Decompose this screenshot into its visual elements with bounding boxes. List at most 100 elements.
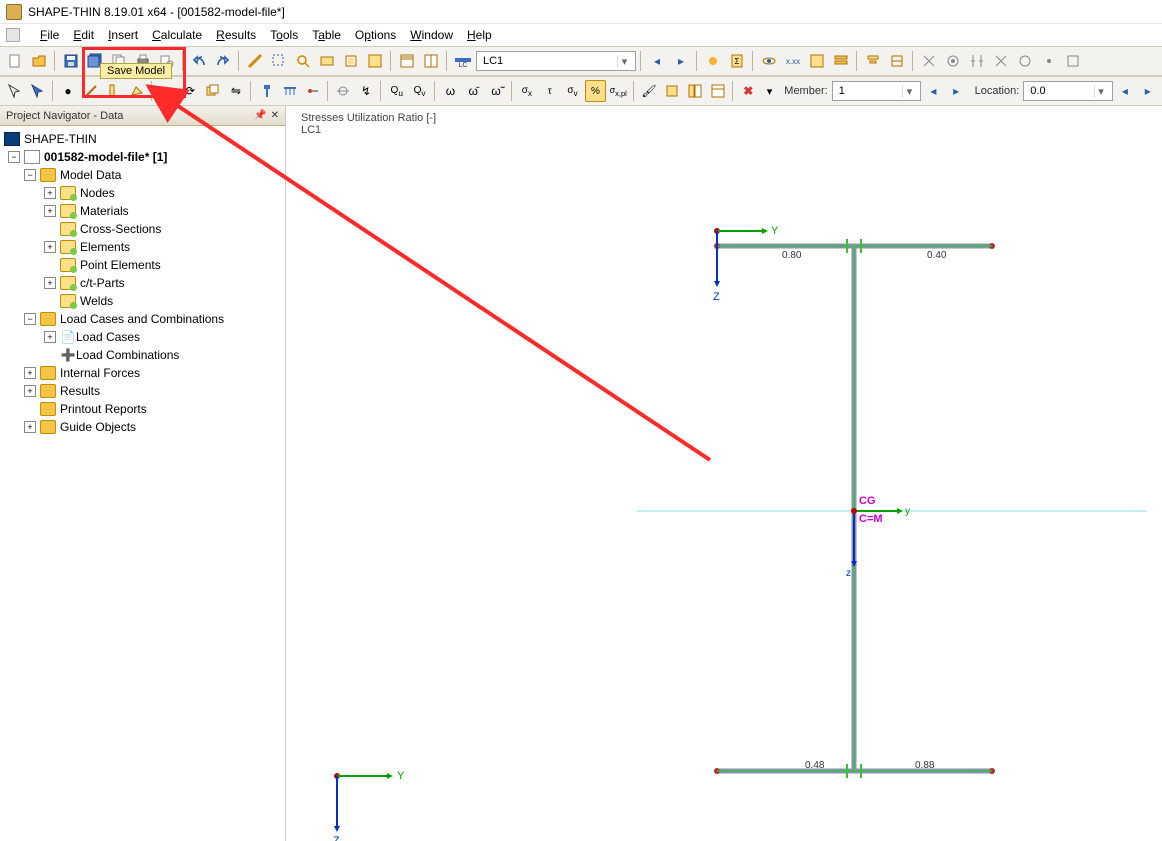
tree-printout[interactable]: Printout Reports <box>60 402 147 416</box>
btn-xxx[interactable]: x.xx <box>782 50 804 72</box>
res-tau[interactable]: τ <box>539 80 560 102</box>
zoom-button[interactable] <box>292 50 314 72</box>
btn-axis[interactable] <box>918 50 940 72</box>
exp-guide[interactable]: + <box>24 421 36 433</box>
menu-insert[interactable]: Insert <box>108 28 138 42</box>
open-button[interactable] <box>28 50 50 72</box>
tree-results[interactable]: Results <box>60 384 100 398</box>
res-sigma-x[interactable]: σx <box>516 80 537 102</box>
res-sigma-pl[interactable]: σx,pl <box>608 80 629 102</box>
tool-move[interactable]: ↔ <box>157 80 178 102</box>
pin-icon[interactable]: 📌 <box>254 110 266 121</box>
tree-nodes[interactable]: Nodes <box>80 186 115 200</box>
tree-lcc[interactable]: Load Cases and Combinations <box>60 312 224 326</box>
res-omega2[interactable]: ω̄ <box>463 80 484 102</box>
close-panel-icon[interactable]: ✕ <box>271 110 279 121</box>
tool-arrow2[interactable] <box>27 80 48 102</box>
btn-paint[interactable]: 🖌 <box>639 80 660 102</box>
prev-lc-button[interactable]: ◂ <box>646 50 668 72</box>
tree-load-cases[interactable]: Load Cases <box>76 330 140 344</box>
undo-button[interactable] <box>188 50 210 72</box>
next-location-button[interactable]: ▸ <box>1137 80 1158 102</box>
tool-mirror[interactable]: ⇋ <box>225 80 246 102</box>
btn-cross[interactable] <box>990 50 1012 72</box>
pan-button[interactable] <box>364 50 386 72</box>
tool-rotate[interactable]: ⟳ <box>180 80 201 102</box>
res-omega1[interactable]: ω <box>440 80 461 102</box>
tool-node[interactable]: ● <box>58 80 79 102</box>
menu-help[interactable]: Help <box>467 28 492 42</box>
tool-copy[interactable] <box>203 80 224 102</box>
measure-button[interactable] <box>244 50 266 72</box>
location-combo[interactable]: 0.0▾ <box>1023 81 1112 101</box>
tree-forces[interactable]: Internal Forces <box>60 366 140 380</box>
prev-location-button[interactable]: ◂ <box>1115 80 1136 102</box>
sysmenu-icon[interactable] <box>6 28 20 42</box>
btn-scope[interactable] <box>333 80 354 102</box>
next-lc-button[interactable]: ▸ <box>670 50 692 72</box>
btn-panel[interactable] <box>684 80 705 102</box>
btn-filter[interactable] <box>862 50 884 72</box>
view-1-button[interactable] <box>396 50 418 72</box>
exp-modeldata[interactable]: − <box>24 169 36 181</box>
btn-misc[interactable] <box>1062 50 1084 72</box>
tool-element[interactable] <box>103 80 124 102</box>
new-button[interactable] <box>4 50 26 72</box>
zoom-fit-button[interactable] <box>340 50 362 72</box>
tool-load-dist[interactable] <box>279 80 300 102</box>
btn-sun[interactable] <box>702 50 724 72</box>
menu-edit[interactable]: Edit <box>73 28 94 42</box>
exp-lcc[interactable]: − <box>24 313 36 325</box>
member-combo[interactable]: 1▾ <box>832 81 921 101</box>
exp-elements[interactable]: + <box>44 241 56 253</box>
res-sigma-v[interactable]: σv <box>562 80 583 102</box>
tree-load-combos[interactable]: Load Combinations <box>76 348 179 362</box>
btn-layers[interactable] <box>830 50 852 72</box>
res-qu[interactable]: Qu <box>386 80 407 102</box>
tool-load[interactable] <box>256 80 277 102</box>
tree-model[interactable]: 001582-model-file* [1] <box>44 150 167 164</box>
tool-arrow[interactable] <box>4 80 25 102</box>
tool-line[interactable] <box>80 80 101 102</box>
btn-cog[interactable] <box>942 50 964 72</box>
menu-tools[interactable]: Tools <box>270 28 298 42</box>
tree-point-elements[interactable]: Point Elements <box>80 258 161 272</box>
tree-elements[interactable]: Elements <box>80 240 130 254</box>
btn-calc[interactable]: Σ <box>726 50 748 72</box>
tool-poly[interactable] <box>126 80 147 102</box>
menu-calculate[interactable]: Calculate <box>152 28 202 42</box>
tree-welds[interactable]: Welds <box>80 294 113 308</box>
btn-grid[interactable] <box>661 80 682 102</box>
prev-member-button[interactable]: ◂ <box>923 80 944 102</box>
btn-mirror[interactable] <box>966 50 988 72</box>
exp-lc[interactable]: + <box>44 331 56 343</box>
tool-force[interactable] <box>302 80 323 102</box>
btn-x-drop[interactable]: ▾ <box>761 81 777 101</box>
exp-forces[interactable]: + <box>24 367 36 379</box>
tree-ctparts[interactable]: c/t-Parts <box>80 276 125 290</box>
tree-guide[interactable]: Guide Objects <box>60 420 136 434</box>
zoom-region-button[interactable] <box>316 50 338 72</box>
save-button[interactable] <box>60 50 82 72</box>
btn-x-red[interactable]: ✖ <box>738 80 759 102</box>
menu-file[interactable]: File <box>40 28 59 42</box>
exp-ct[interactable]: + <box>44 277 56 289</box>
tree-cross-sections[interactable]: Cross-Sections <box>80 222 161 236</box>
tree-materials[interactable]: Materials <box>80 204 129 218</box>
btn-analysis[interactable]: ↯ <box>356 80 377 102</box>
exp-materials[interactable]: + <box>44 205 56 217</box>
menu-table[interactable]: Table <box>312 28 341 42</box>
loadcase-combo[interactable]: LC1▾ <box>476 51 636 71</box>
next-member-button[interactable]: ▸ <box>946 80 967 102</box>
btn-table2[interactable] <box>806 50 828 72</box>
res-omega3[interactable]: ω̃ <box>486 80 507 102</box>
menu-options[interactable]: Options <box>355 28 396 42</box>
loadcase-icon[interactable]: LC <box>452 50 474 72</box>
menu-results[interactable]: Results <box>216 28 256 42</box>
tree-model-data[interactable]: Model Data <box>60 168 121 182</box>
btn-tablewin[interactable] <box>707 80 728 102</box>
btn-point[interactable] <box>1038 50 1060 72</box>
exp-nodes[interactable]: + <box>44 187 56 199</box>
menu-window[interactable]: Window <box>410 28 453 42</box>
exp-results[interactable]: + <box>24 385 36 397</box>
